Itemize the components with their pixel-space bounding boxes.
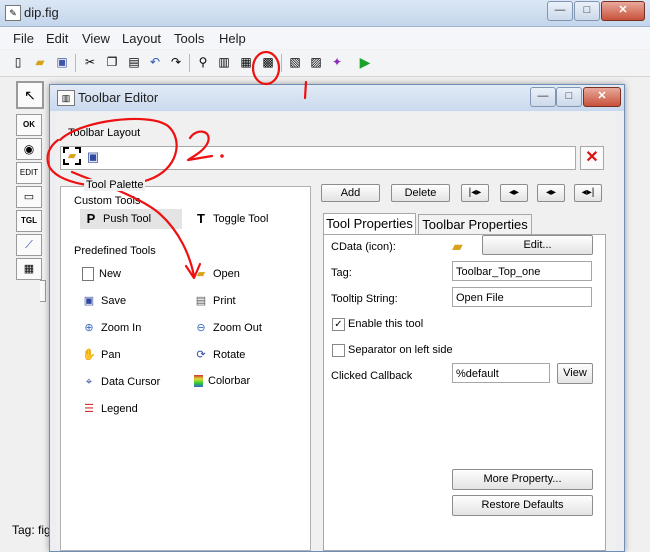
- annotation-mark-2-dot: [220, 154, 224, 158]
- annotation-circle-layout: [46, 117, 178, 188]
- annotation-mark-1-stroke: [303, 80, 308, 100]
- annotation-circle-toolbar-editor: [251, 50, 281, 86]
- tool-palette-label: Tool Palette: [84, 179, 146, 191]
- red-annotation-overlay: [46, 50, 308, 280]
- annotation-mark-2-stroke: [186, 130, 214, 162]
